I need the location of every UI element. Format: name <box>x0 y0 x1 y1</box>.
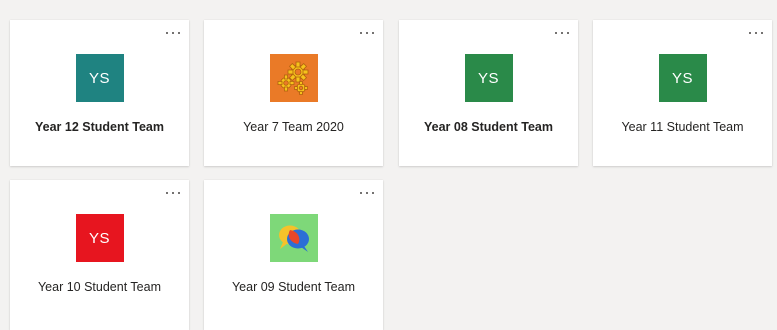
team-initials: YS <box>88 229 110 247</box>
team-card-year-12[interactable]: YS Year 12 Student Team <box>10 20 189 166</box>
team-card-year-10[interactable]: YS Year 10 Student Team <box>10 180 189 330</box>
speech-bubbles-icon <box>278 225 309 252</box>
team-name: Year 08 Student Team <box>424 120 553 134</box>
more-options-icon[interactable] <box>360 188 374 198</box>
gears-icon <box>277 61 308 95</box>
more-options-icon[interactable] <box>166 188 180 198</box>
team-avatar <box>269 54 318 102</box>
team-card-year-7[interactable]: Year 7 Team 2020 <box>204 20 383 166</box>
more-options-icon[interactable] <box>360 28 374 38</box>
team-avatar <box>269 214 318 262</box>
more-options-icon[interactable] <box>749 28 763 38</box>
team-name: Year 7 Team 2020 <box>243 120 344 134</box>
team-card-year-11[interactable]: YS Year 11 Student Team <box>593 20 772 166</box>
teams-grid: YS Year 12 Student Team Year 7 Team 2020… <box>0 0 777 330</box>
team-initials: YS <box>88 69 110 87</box>
team-name: Year 10 Student Team <box>37 280 161 294</box>
team-name: Year 11 Student Team <box>621 120 744 134</box>
team-avatar: YS <box>658 54 707 102</box>
team-name: Year 12 Student Team <box>35 120 164 134</box>
team-initials: YS <box>671 69 693 87</box>
team-name: Year 09 Student Team <box>231 280 355 294</box>
team-card-year-08[interactable]: YS Year 08 Student Team <box>399 20 578 166</box>
more-options-icon[interactable] <box>555 28 569 38</box>
more-options-icon[interactable] <box>166 28 180 38</box>
team-avatar: YS <box>75 214 124 262</box>
team-avatar: YS <box>464 54 513 102</box>
team-initials: YS <box>477 69 499 87</box>
team-avatar: YS <box>75 54 124 102</box>
team-card-year-09[interactable]: Year 09 Student Team <box>204 180 383 330</box>
